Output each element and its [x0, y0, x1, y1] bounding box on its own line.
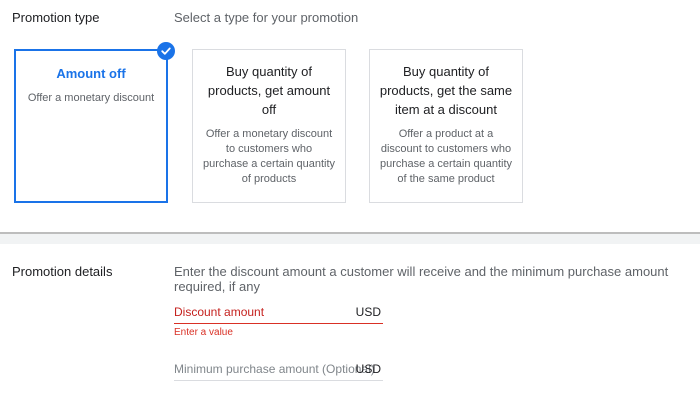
discount-currency-suffix: USD	[355, 305, 381, 319]
card-description: Offer a monetary discount	[27, 92, 155, 104]
discount-amount-field[interactable]: Discount amount USD	[174, 300, 383, 324]
promotion-details-description: Enter the discount amount a customer wil…	[174, 264, 669, 294]
promotion-card-buy-quantity-amount-off[interactable]: Buy quantity of products, get amount off…	[192, 49, 346, 203]
card-description: Offer a product at a discount to custome…	[379, 128, 513, 185]
section-divider	[0, 232, 700, 244]
card-description: Offer a monetary discount to customers w…	[202, 128, 336, 185]
discount-amount-placeholder: Discount amount	[174, 305, 265, 319]
promotion-type-description: Select a type for your promotion	[174, 10, 359, 25]
minimum-currency-suffix: USD	[355, 362, 381, 376]
promotion-card-amount-off[interactable]: Amount off Offer a monetary discount	[14, 49, 168, 203]
promotion-type-section: Promotion type Select a type for your pr…	[0, 0, 700, 232]
promotion-card-buy-quantity-same-item[interactable]: Buy quantity of products, get the same i…	[369, 49, 523, 203]
card-title: Buy quantity of products, get the same i…	[379, 64, 513, 117]
minimum-purchase-placeholder: Minimum purchase amount (Optional)	[174, 362, 375, 376]
promotion-form: Promotion type Select a type for your pr…	[0, 0, 700, 400]
minimum-purchase-field[interactable]: Minimum purchase amount (Optional) USD	[174, 357, 383, 381]
promotion-type-label: Promotion type	[12, 10, 100, 25]
promotion-details-label: Promotion details	[12, 264, 113, 279]
card-title: Amount off	[56, 66, 126, 81]
check-circle-icon	[157, 42, 175, 60]
discount-amount-error: Enter a value	[174, 327, 233, 338]
card-title: Buy quantity of products, get amount off	[207, 64, 331, 117]
